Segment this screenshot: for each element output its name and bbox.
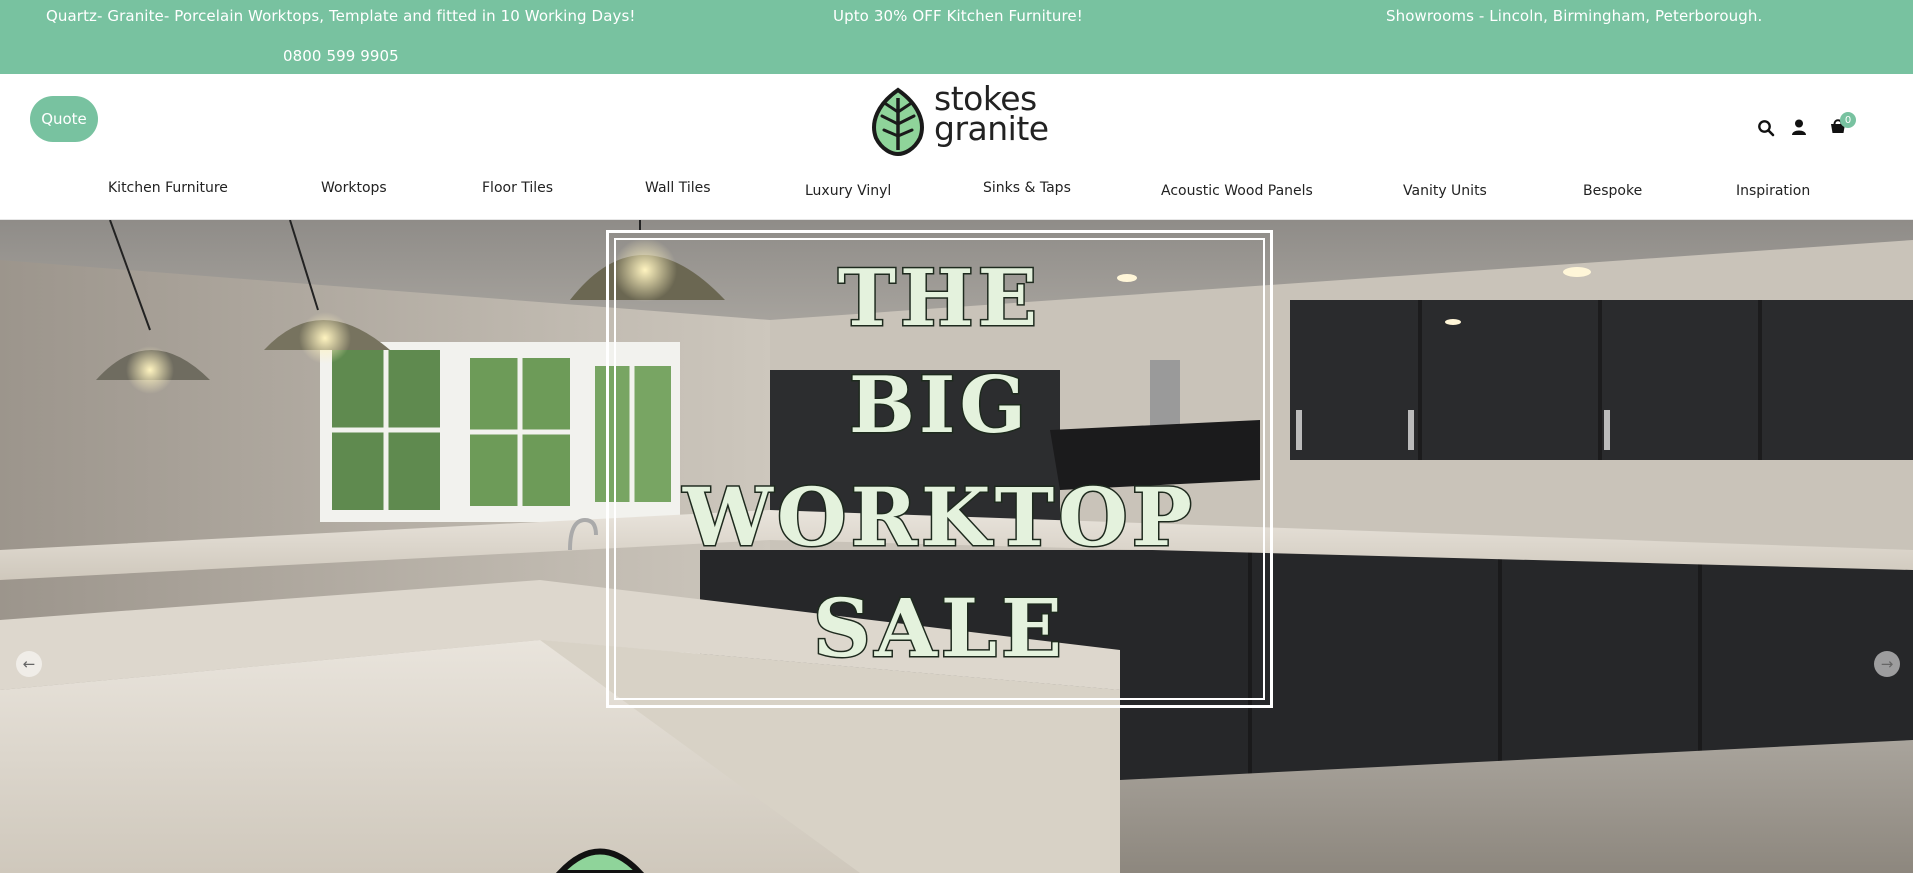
cart-count-badge: 0 [1840, 112, 1856, 128]
nav-item-floor-tiles[interactable]: Floor Tiles [482, 180, 553, 196]
slider-prev-arrow-icon[interactable]: ← [16, 651, 42, 677]
nav-item-luxury-vinyl[interactable]: Luxury Vinyl [805, 183, 891, 199]
search-icon[interactable] [1757, 119, 1779, 141]
nav-item-inspiration[interactable]: Inspiration [1736, 183, 1810, 199]
sale-heading-the: THE [836, 252, 1042, 346]
nav-item-kitchen-furniture[interactable]: Kitchen Furniture [108, 180, 228, 196]
brand-wordmark: stokes granite [934, 82, 1049, 148]
nav-item-vanity-units[interactable]: Vanity Units [1403, 183, 1487, 199]
leaf-logo-icon [872, 87, 924, 156]
slider-next-arrow-icon[interactable]: → [1874, 651, 1900, 677]
sale-heading-worktop: WORKTOP [682, 469, 1196, 566]
hero-slider: THE BIG WORKTOP SALE ← → [0, 220, 1913, 873]
nav-item-acoustic-wood-panels[interactable]: Acoustic Wood Panels [1161, 183, 1313, 199]
brand-line-granite: granite [934, 109, 1049, 148]
sale-heading-big: BIG [847, 359, 1031, 453]
announcement-worktops: Quartz- Granite- Porcelain Worktops, Tem… [46, 7, 636, 25]
announcement-showrooms: Showrooms - Lincoln, Birmingham, Peterbo… [1386, 7, 1763, 25]
main-navigation: Kitchen Furniture Worktops Floor Tiles W… [0, 180, 1913, 210]
sale-banner[interactable]: THE BIG WORKTOP SALE [606, 230, 1273, 708]
nav-item-worktops[interactable]: Worktops [321, 180, 387, 196]
account-icon[interactable] [1790, 118, 1812, 140]
site-logo[interactable]: stokes granite [866, 82, 1049, 156]
phone-number-link[interactable]: 0800 599 9905 [283, 47, 399, 65]
site-header: Quote stokes granite 0 Kitchen Furniture… [0, 74, 1913, 220]
nav-item-bespoke[interactable]: Bespoke [1583, 183, 1642, 199]
nav-item-wall-tiles[interactable]: Wall Tiles [645, 180, 711, 196]
announcement-bar: Quartz- Granite- Porcelain Worktops, Tem… [0, 0, 1913, 74]
announcement-discount: Upto 30% OFF Kitchen Furniture! [833, 7, 1083, 25]
quote-button[interactable]: Quote [30, 96, 98, 142]
nav-item-sinks-taps[interactable]: Sinks & Taps [983, 180, 1071, 196]
sale-heading-sale: SALE [811, 580, 1067, 677]
